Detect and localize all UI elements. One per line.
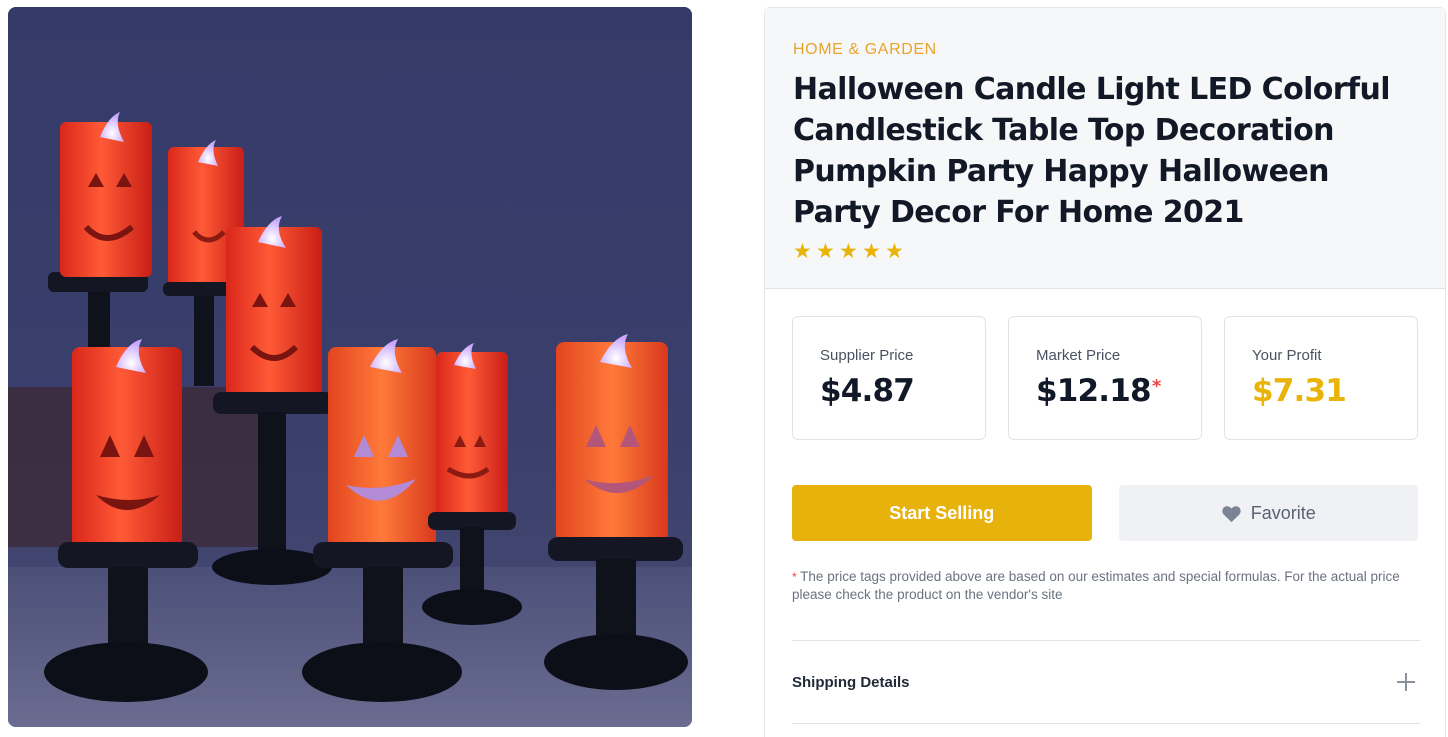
rating-stars: ★ ★ ★ ★ ★	[793, 240, 1419, 262]
market-price-value: $12.18	[1036, 373, 1152, 409]
star-icon: ★	[793, 239, 812, 263]
price-disclaimer: * The price tags provided above are base…	[792, 568, 1420, 604]
plus-icon[interactable]	[1397, 673, 1415, 691]
product-image[interactable]	[8, 7, 692, 727]
product-page: HOME & GARDEN Halloween Candle Light LED…	[0, 0, 1448, 737]
price-cards: Supplier Price $4.87 Market Price $12.18…	[792, 316, 1418, 440]
shipping-details-accordion[interactable]: Shipping Details	[792, 641, 1420, 723]
supplier-price-value: $4.87	[820, 373, 915, 409]
favorite-label: Favorite	[1250, 502, 1316, 523]
start-selling-button[interactable]: Start Selling	[792, 485, 1092, 541]
product-info-panel: HOME & GARDEN Halloween Candle Light LED…	[764, 7, 1446, 737]
profit-card: Your Profit $7.31	[1224, 316, 1418, 440]
star-icon: ★	[885, 239, 904, 263]
favorite-button[interactable]: Favorite	[1118, 485, 1418, 541]
pumpkin-candles-illustration	[8, 7, 692, 727]
product-title: Halloween Candle Light LED Colorful Cand…	[793, 72, 1390, 230]
supplier-price-card: Supplier Price $4.87	[792, 316, 986, 440]
action-buttons: Start Selling Favorite	[792, 485, 1418, 541]
product-body: Supplier Price $4.87 Market Price $12.18…	[765, 289, 1445, 724]
market-price-label: Market Price	[1036, 347, 1121, 364]
disclaimer-text: The price tags provided above are based …	[792, 569, 1400, 602]
star-icon: ★	[862, 239, 881, 263]
market-price-asterisk: *	[1151, 376, 1161, 397]
product-header: HOME & GARDEN Halloween Candle Light LED…	[765, 8, 1445, 289]
profit-value: $7.31	[1252, 373, 1347, 409]
shipping-details-label: Shipping Details	[792, 673, 910, 691]
star-icon: ★	[839, 239, 858, 263]
market-price-value-wrap: $12.18*	[1036, 373, 1201, 409]
market-price-card: Market Price $12.18*	[1008, 316, 1202, 440]
profit-label: Your Profit	[1252, 347, 1322, 364]
divider	[792, 723, 1420, 724]
heart-icon	[1222, 505, 1241, 522]
star-icon: ★	[816, 239, 835, 263]
product-category[interactable]: HOME & GARDEN	[793, 40, 1419, 60]
supplier-price-label: Supplier Price	[820, 347, 914, 364]
